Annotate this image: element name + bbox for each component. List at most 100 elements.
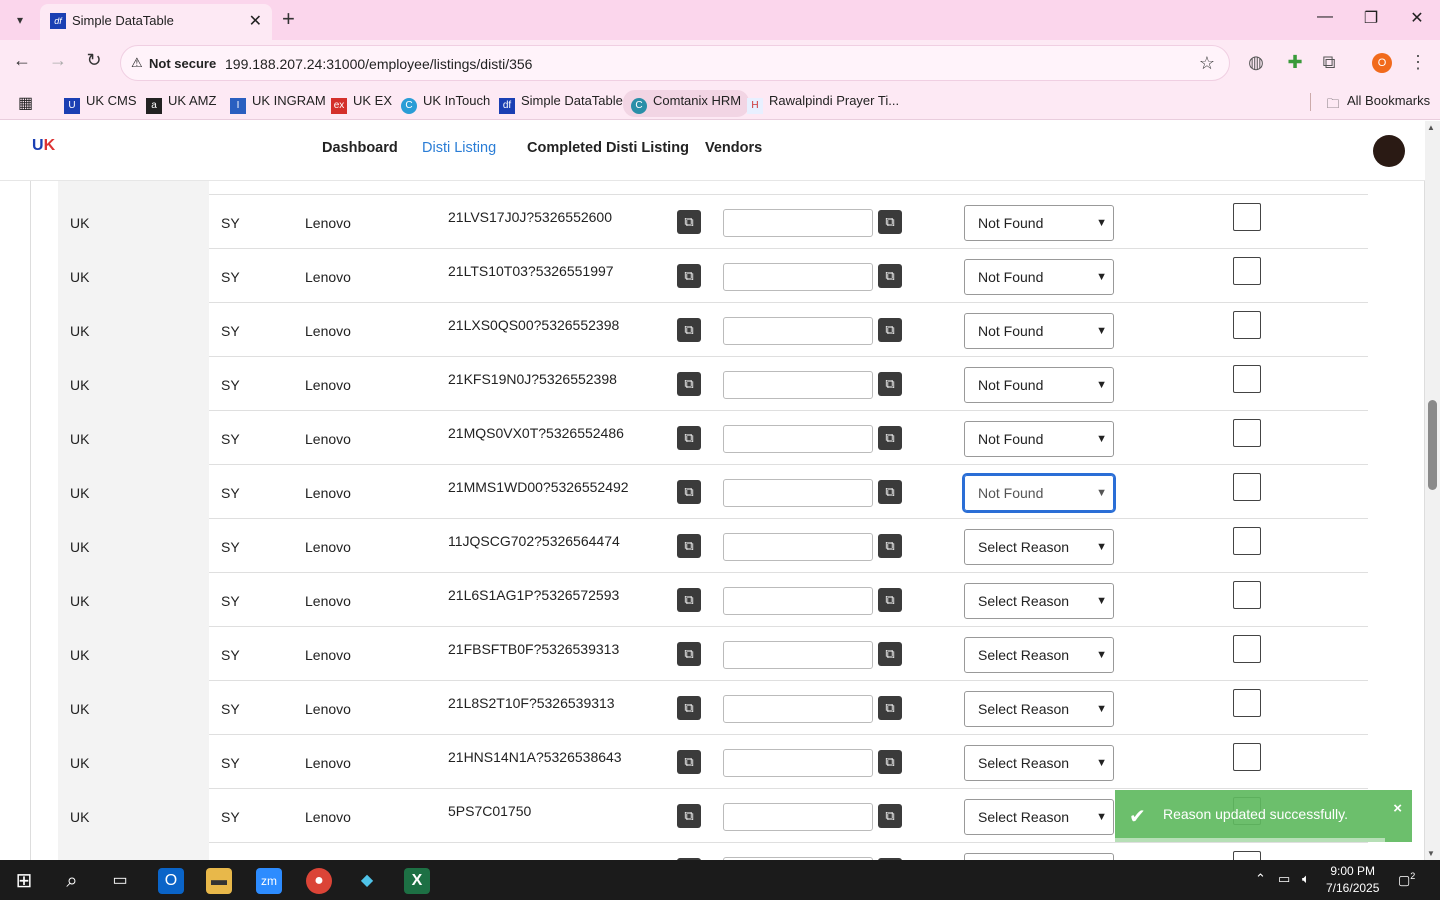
scroll-down-icon[interactable]: ▼ [1427, 849, 1435, 858]
reason-select[interactable] [964, 853, 1114, 860]
copy-link-button[interactable]: ⧉ [878, 426, 902, 450]
bookmark-uk-ingram[interactable]: I UK INGRAM [230, 93, 326, 114]
tab-close-icon[interactable]: ✕ [249, 11, 262, 31]
tab-search-icon[interactable]: ▾ [8, 8, 32, 32]
reason-select[interactable]: Select Reason ▼ [964, 637, 1114, 673]
bookmark-star-icon[interactable]: ☆ [1199, 53, 1215, 74]
copy-sku-button[interactable]: ⧉ [677, 480, 701, 504]
link-input[interactable] [723, 479, 873, 507]
copy-sku-button[interactable]: ⧉ [677, 318, 701, 342]
nav-completed-disti-listing[interactable]: Completed Disti Listing [527, 140, 689, 156]
row-checkbox[interactable] [1233, 419, 1261, 447]
row-checkbox[interactable] [1233, 689, 1261, 717]
copy-link-button[interactable]: ⧉ [878, 696, 902, 720]
new-tab-icon[interactable]: + [282, 6, 295, 32]
window-close-icon[interactable]: ✕ [1402, 8, 1432, 28]
copy-link-button[interactable]: ⧉ [878, 318, 902, 342]
copy-sku-button[interactable]: ⧉ [677, 426, 701, 450]
page-scrollbar[interactable]: ▲ ▼ [1425, 121, 1440, 860]
nav-disti-listing[interactable]: Disti Listing [422, 140, 496, 156]
minimize-icon[interactable]: — [1310, 8, 1340, 26]
row-checkbox[interactable] [1233, 851, 1261, 860]
reason-select[interactable]: Select Reason ▼ [964, 529, 1114, 565]
nav-dashboard[interactable]: Dashboard [322, 140, 398, 156]
tray-chevron-icon[interactable]: ⌃ [1255, 871, 1266, 887]
reload-icon[interactable]: ↻ [81, 50, 107, 71]
copy-link-button[interactable]: ⧉ [878, 264, 902, 288]
notification-center-icon[interactable]: ▢2 [1398, 871, 1415, 888]
link-input[interactable] [723, 641, 873, 669]
link-input[interactable] [723, 263, 873, 291]
link-input[interactable] [723, 425, 873, 453]
copy-sku-button[interactable]: ⧉ [677, 264, 701, 288]
file-explorer-icon[interactable]: ▬ [206, 868, 232, 894]
copy-sku-button[interactable]: ⧉ [677, 534, 701, 558]
row-checkbox[interactable] [1233, 743, 1261, 771]
apps-grid-icon[interactable]: ▦ [18, 93, 33, 113]
translate-icon[interactable]: ◍ [1244, 52, 1268, 73]
row-checkbox[interactable] [1233, 311, 1261, 339]
zoom-icon[interactable]: zm [256, 868, 282, 894]
system-clock[interactable]: 9:00 PM 7/16/2025 [1326, 863, 1379, 897]
copy-sku-button[interactable]: ⧉ [677, 372, 701, 396]
copy-link-button[interactable]: ⧉ [878, 804, 902, 828]
bookmark-rawalpindi-prayer[interactable]: H Rawalpindi Prayer Ti... [747, 93, 899, 114]
link-input[interactable] [723, 533, 873, 561]
user-avatar[interactable] [1373, 135, 1405, 167]
reason-select[interactable]: Not Found ▼ [964, 205, 1114, 241]
browser-tab[interactable]: df Simple DataTable ✕ [40, 4, 272, 40]
reason-select[interactable]: Select Reason ▼ [964, 745, 1114, 781]
bookmark-comtanix-hrm[interactable]: C Comtanix HRM [623, 90, 750, 117]
row-checkbox[interactable] [1233, 527, 1261, 555]
copy-sku-button[interactable]: ⧉ [677, 642, 701, 666]
volume-muted-icon[interactable]: 🔈︎ [1302, 871, 1310, 887]
copy-sku-button[interactable]: ⧉ [677, 210, 701, 234]
reason-select[interactable]: Select Reason ▼ [964, 799, 1114, 835]
link-input[interactable] [723, 587, 873, 615]
copy-link-button[interactable]: ⧉ [878, 372, 902, 396]
row-checkbox[interactable] [1233, 581, 1261, 609]
bookmark-uk-ex[interactable]: ex UK EX [331, 93, 392, 114]
outlook-icon[interactable]: O [158, 868, 184, 894]
link-input[interactable] [723, 371, 873, 399]
address-bar[interactable]: ⚠ Not secure 199.188.207.24:31000/employ… [120, 45, 1230, 81]
nav-vendors[interactable]: Vendors [705, 140, 762, 156]
menu-kebab-icon[interactable]: ⋮ [1406, 52, 1430, 73]
copy-link-button[interactable]: ⧉ [878, 750, 902, 774]
reason-select[interactable]: Not Found ▼ [962, 473, 1116, 513]
bookmark-simple-datatable[interactable]: df Simple DataTable [499, 93, 623, 114]
scrollbar-thumb[interactable] [1428, 400, 1437, 490]
site-logo[interactable]: UK [32, 137, 60, 165]
scroll-up-icon[interactable]: ▲ [1427, 123, 1435, 132]
toast-close-icon[interactable]: × [1393, 800, 1402, 817]
row-checkbox[interactable] [1233, 635, 1261, 663]
reason-select[interactable]: Not Found ▼ [964, 313, 1114, 349]
copy-sku-button[interactable]: ⧉ [677, 696, 701, 720]
not-secure-label[interactable]: Not secure [149, 56, 216, 71]
app-diamond-icon[interactable]: ◆ [354, 868, 380, 894]
copy-link-button[interactable]: ⧉ [878, 588, 902, 612]
copy-sku-button[interactable]: ⧉ [677, 750, 701, 774]
reason-select[interactable]: Select Reason ▼ [964, 691, 1114, 727]
reason-select[interactable]: Not Found ▼ [964, 421, 1114, 457]
link-input[interactable] [723, 803, 873, 831]
all-bookmarks[interactable]: 🗀 All Bookmarks [1325, 93, 1430, 112]
search-icon[interactable]: ⌕ [59, 868, 85, 894]
url-text[interactable]: 199.188.207.24:31000/employee/listings/d… [225, 56, 532, 72]
copy-sku-button[interactable]: ⧉ [677, 804, 701, 828]
row-checkbox[interactable] [1233, 365, 1261, 393]
copy-link-button[interactable]: ⧉ [878, 642, 902, 666]
reason-select[interactable]: Not Found ▼ [964, 259, 1114, 295]
extensions-icon[interactable]: ⧉ [1317, 52, 1341, 73]
copy-link-button[interactable]: ⧉ [878, 480, 902, 504]
network-icon[interactable]: ▭ [1278, 871, 1290, 887]
bookmark-uk-amz[interactable]: a UK AMZ [146, 93, 216, 114]
row-checkbox[interactable] [1233, 257, 1261, 285]
restore-icon[interactable]: ❐ [1356, 8, 1386, 28]
forward-icon[interactable]: → [45, 50, 71, 71]
link-input[interactable] [723, 317, 873, 345]
copy-link-button[interactable]: ⧉ [878, 534, 902, 558]
profile-avatar[interactable]: O [1372, 53, 1392, 73]
row-checkbox[interactable] [1233, 473, 1261, 501]
back-icon[interactable]: ← [9, 50, 35, 71]
